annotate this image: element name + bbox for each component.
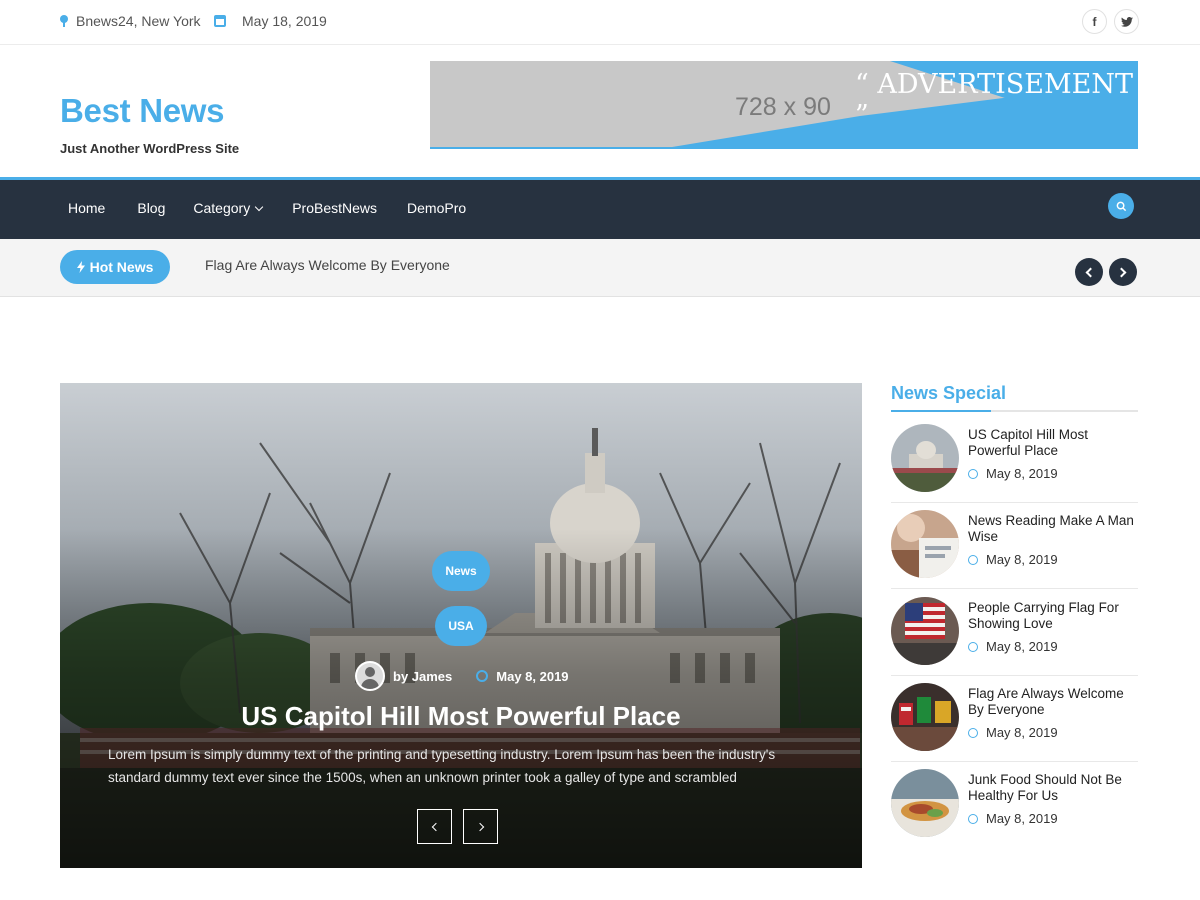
nav-label: ProBestNews [292,200,378,216]
twitter-bird [1120,16,1133,27]
post-meta: by James May 8, 2019 [355,661,569,691]
post-title[interactable]: Junk Food Should Not Be Healthy For Us [968,772,1138,804]
thumbnail-image [891,597,959,665]
main-navigation: Home Blog Category ProBestNews DemoPro [0,177,1200,239]
sidebar-title-underline [891,410,1138,412]
post-date-text: May 8, 2019 [986,725,1058,740]
search-icon [1116,201,1126,211]
post-date-text: May 8, 2019 [986,466,1058,481]
calendar-icon [214,15,226,27]
post-title[interactable]: US Capitol Hill Most Powerful Place [968,427,1138,459]
nav-item-demopro[interactable]: DemoPro [407,200,466,216]
post-date-text: May 8, 2019 [986,639,1058,654]
thumbnail-image [891,510,959,578]
date-text: May 18, 2019 [242,13,327,29]
list-item[interactable]: Junk Food Should Not Be Healthy For Us M… [891,769,1138,856]
map-pin-icon [60,15,68,27]
ad-size-text: 728 x 90 [735,93,831,121]
nav-label: Home [68,200,106,216]
ad-label: “ ADVERTISEMENT ” [855,69,1133,131]
post-title[interactable]: Flag Are Always Welcome By Everyone [968,686,1138,718]
chevron-down-icon [254,202,264,211]
featured-post-title[interactable]: US Capitol Hill Most Powerful Place [60,701,862,732]
post-date: May 8, 2019 [968,811,1058,826]
chevron-left-icon [431,822,440,831]
facebook-glyph: f [1092,14,1097,29]
thumbnail-image [891,683,959,751]
news-ticker: Hot News Flag Are Always Welcome By Ever… [0,239,1200,297]
nav-item-category[interactable]: Category [193,200,264,216]
thumbnail-image [891,424,959,492]
sidebar-title: News Special [891,383,1007,403]
post-date: May 8, 2019 [968,725,1058,740]
top-bar: Bnews24, New York May 18, 2019 f [0,0,1200,45]
nav-item-probestnews[interactable]: ProBestNews [292,200,377,216]
list-item[interactable]: People Carrying Flag For Showing Love Ma… [891,597,1138,684]
clock-icon [476,670,489,682]
list-item[interactable]: Flag Are Always Welcome By Everyone May … [891,683,1138,770]
twitter-icon[interactable] [1114,9,1139,34]
post-date: May 8, 2019 [968,466,1058,481]
location-text: Bnews24, New York [76,13,201,29]
slider-next-button[interactable] [463,809,498,844]
divider [891,761,1138,762]
clock-icon [968,468,978,479]
clock-icon [968,813,978,824]
nav-label: Blog [137,200,166,216]
post-title[interactable]: News Reading Make A Man Wise [968,513,1138,545]
post-thumbnail[interactable] [891,769,959,837]
thumbnail-image [891,769,959,837]
post-date: May 8, 2019 [968,552,1058,567]
clock-icon [968,641,978,652]
clock-icon [968,727,978,738]
post-thumbnail[interactable] [891,597,959,665]
search-button[interactable] [1108,193,1134,219]
author-name[interactable]: by James [393,669,452,684]
author-avatar[interactable] [355,661,385,691]
list-item[interactable]: News Reading Make A Man Wise May 8, 2019 [891,510,1138,597]
clock-icon [968,554,978,565]
post-thumbnail[interactable] [891,683,959,751]
featured-slider[interactable]: News USA by James May 8, 2019 US Capitol… [60,383,862,868]
nav-item-blog[interactable]: Blog [137,200,165,216]
post-date: May 8, 2019 [496,668,569,684]
hot-news-badge[interactable]: Hot News [60,250,170,284]
post-date: May 8, 2019 [968,639,1058,654]
ticker-prev-button[interactable] [1075,258,1103,286]
ticker-next-button[interactable] [1109,258,1137,286]
post-date-text: May 8, 2019 [986,811,1058,826]
hot-news-label: Hot News [89,259,154,275]
site-tagline: Just Another WordPress Site [60,141,240,156]
facebook-icon[interactable]: f [1082,9,1107,34]
category-badge-news[interactable]: News [432,551,490,591]
nav-label: DemoPro [407,200,467,216]
chevron-right-icon [475,822,484,831]
ticker-headline[interactable]: Flag Are Always Welcome By Everyone [205,257,450,273]
slider-prev-button[interactable] [417,809,452,844]
featured-post-excerpt: Lorem Ipsum is simply dummy text of the … [108,747,776,785]
post-thumbnail[interactable] [891,510,959,578]
post-thumbnail[interactable] [891,424,959,492]
location-info: Bnews24, New York [60,13,201,29]
site-title[interactable]: Best News [60,92,225,130]
chevron-left-icon [1085,267,1096,277]
list-item[interactable]: US Capitol Hill Most Powerful Place May … [891,424,1138,511]
nav-label: Category [193,200,251,216]
divider [891,675,1138,676]
lightning-icon [76,261,85,273]
post-title[interactable]: People Carrying Flag For Showing Love [968,600,1138,632]
post-date-text: May 8, 2019 [986,552,1058,567]
advertisement-banner[interactable]: 728 x 90 “ ADVERTISEMENT ” [430,61,1138,149]
category-badge-usa[interactable]: USA [435,606,487,646]
nav-menu: Home Blog Category ProBestNews DemoPro [68,200,466,216]
divider [891,588,1138,589]
divider [891,502,1138,503]
nav-item-home[interactable]: Home [68,200,105,216]
date-info: May 18, 2019 [214,13,327,29]
chevron-right-icon [1116,267,1127,277]
